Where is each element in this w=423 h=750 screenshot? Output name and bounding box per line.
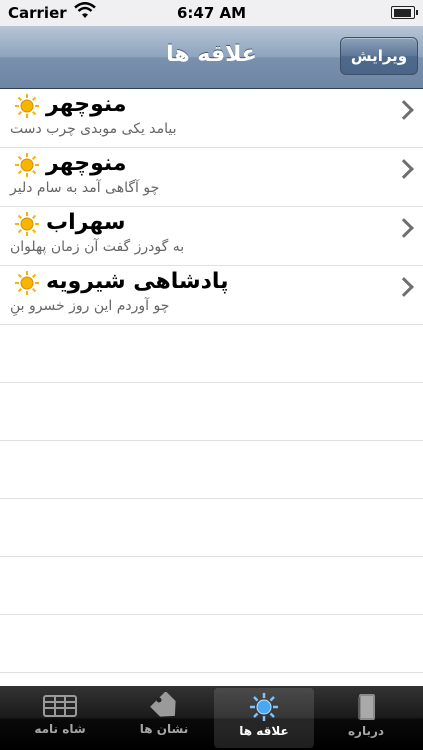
navigation-bar: علاقه ها ویرایش: [0, 26, 423, 89]
tab-label: نشان ها: [139, 722, 189, 736]
item-title: منوچهر: [46, 92, 127, 117]
book-icon: [358, 694, 375, 720]
sun-icon: [15, 94, 39, 118]
item-subtitle: چو آوردم این روز خسرو بنِ: [10, 298, 170, 314]
empty-row: [0, 441, 423, 499]
battery-level: [393, 8, 411, 17]
sun-icon: [15, 212, 39, 236]
favorites-list: منوچهر بیامد یکی موبدی چرب دست منوچهر چو…: [0, 89, 423, 673]
tab-about[interactable]: درباره: [316, 688, 416, 748]
empty-row: [0, 557, 423, 615]
chevron-right-icon: [394, 218, 414, 238]
tag-icon: [150, 692, 176, 717]
chevron-right-icon: [394, 277, 414, 297]
tab-shahnameh[interactable]: شاه نامه: [10, 688, 110, 748]
clock: 6:47 AM: [176, 4, 247, 22]
empty-row: [0, 383, 423, 441]
list-item[interactable]: سهراب به گودرز گفت آن زمان پهلوان: [0, 207, 423, 266]
edit-button[interactable]: ویرایش: [340, 37, 418, 75]
item-title: منوچهر: [46, 151, 127, 176]
sun-icon: [15, 153, 39, 177]
empty-row: [0, 499, 423, 557]
tab-favorites[interactable]: علاقه ها: [214, 688, 314, 748]
chevron-right-icon: [394, 100, 414, 120]
list-item[interactable]: پادشاهی شیرویه چو آوردم این روز خسرو بنِ: [0, 266, 423, 325]
item-title: پادشاهی شیرویه: [46, 269, 229, 294]
tab-label: شاه نامه: [34, 722, 86, 736]
list-item[interactable]: منوچهر بیامد یکی موبدی چرب دست: [0, 89, 423, 148]
chevron-right-icon: [394, 159, 414, 179]
book-grid-icon: [43, 695, 77, 717]
empty-row: [0, 325, 423, 383]
item-subtitle: بیامد یکی موبدی چرب دست: [10, 121, 177, 137]
tab-label: علاقه ها: [239, 724, 289, 738]
item-subtitle: به گودرز گفت آن زمان پهلوان: [10, 239, 185, 255]
item-title: سهراب: [46, 210, 126, 235]
sun-icon: [15, 271, 39, 295]
empty-row: [0, 615, 423, 673]
status-bar: Carrier 6:47 AM: [0, 0, 423, 26]
list-item[interactable]: منوچهر چو آگاهی آمد به سام دلیر: [0, 148, 423, 207]
tab-label: درباره: [347, 724, 385, 738]
sun-icon: [250, 693, 278, 721]
tab-bookmarks[interactable]: نشان ها: [114, 688, 214, 748]
tab-bar: شاه نامه نشان ها علاقه ها درباره: [0, 686, 423, 750]
item-subtitle: چو آگاهی آمد به سام دلیر: [10, 180, 160, 196]
battery-icon: [391, 6, 418, 19]
